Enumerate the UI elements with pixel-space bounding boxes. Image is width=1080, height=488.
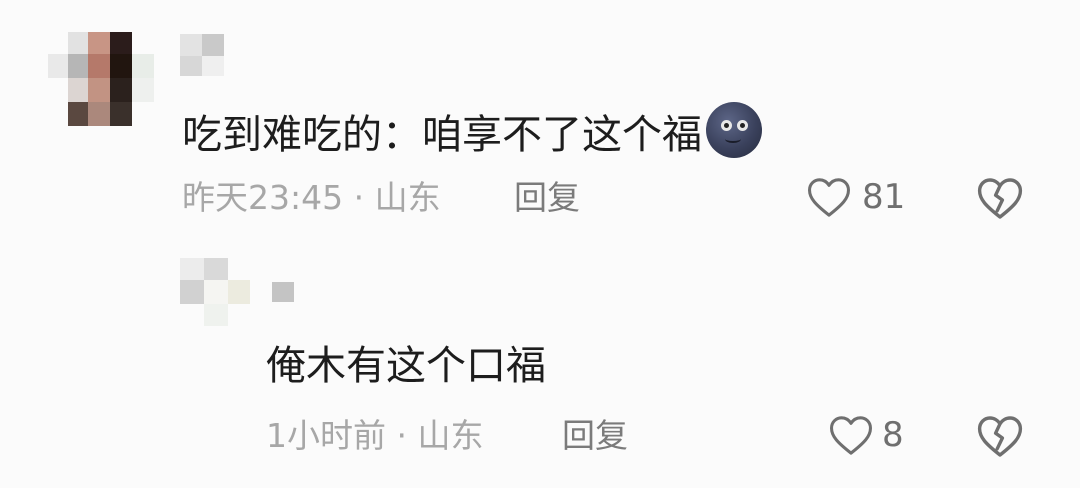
like-button[interactable]: 81 <box>806 174 916 220</box>
heart-icon <box>828 414 874 456</box>
like-button[interactable]: 8 <box>828 412 908 458</box>
broken-heart-icon <box>976 414 1024 458</box>
like-count: 81 <box>862 177 906 217</box>
comment-text: 吃到难吃的：咱享不了这个福 <box>182 102 762 159</box>
comment-text-body: 吃到难吃的：咱享不了这个福 <box>182 112 702 158</box>
like-count: 8 <box>882 415 904 455</box>
dislike-button[interactable] <box>976 176 1024 220</box>
new-moon-face-emoji-icon <box>706 102 762 158</box>
comment-timestamp-location: 昨天23:45 · 山东 <box>182 178 441 217</box>
username[interactable] <box>180 34 226 78</box>
avatar[interactable] <box>48 32 160 128</box>
dislike-button[interactable] <box>976 414 1024 458</box>
broken-heart-icon <box>976 176 1024 220</box>
heart-icon <box>806 176 852 218</box>
reply-button[interactable]: 回复 <box>562 416 628 456</box>
comment-text: 俺木有这个口福 <box>266 343 546 389</box>
avatar[interactable] <box>180 258 254 328</box>
reply-button[interactable]: 回复 <box>514 178 580 218</box>
username[interactable] <box>272 282 294 302</box>
comment-timestamp-location: 1小时前 · 山东 <box>266 416 484 455</box>
